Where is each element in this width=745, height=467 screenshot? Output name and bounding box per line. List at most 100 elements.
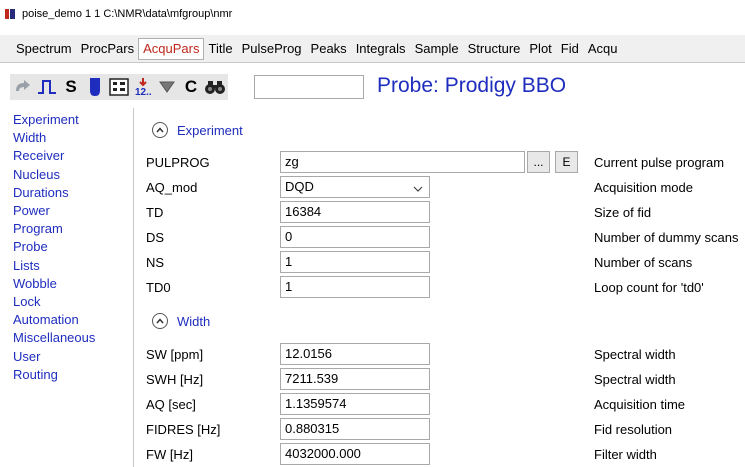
param-name: DS: [146, 230, 165, 245]
td-field[interactable]: 16384: [280, 201, 430, 223]
param-name: TD: [146, 205, 164, 220]
sidebar: Experiment Width Receiver Nucleus Durati…: [0, 108, 134, 467]
fidres-field[interactable]: 0.880315: [280, 418, 430, 440]
search-input[interactable]: [254, 75, 364, 99]
sw-field[interactable]: 12.0156: [280, 343, 430, 365]
param-row-sw: SW [ppm] 12.0156 Spectral width: [135, 343, 745, 365]
window-title: poise_demo 1 1 C:\NMR\data\mfgroup\nmr: [22, 8, 233, 20]
tab-acqupars[interactable]: AcquPars: [138, 37, 205, 60]
tab-acqu[interactable]: Acqu: [583, 38, 623, 60]
param-name: PULPROG: [146, 155, 210, 170]
s-button[interactable]: S: [60, 75, 82, 99]
edit-button[interactable]: E: [555, 151, 578, 173]
tab-pulseprog[interactable]: PulseProg: [237, 38, 307, 60]
param-description: Acquisition mode: [594, 180, 693, 195]
undo-icon[interactable]: [12, 75, 34, 99]
sidebar-item-experiment[interactable]: Experiment: [0, 111, 133, 129]
param-name: SWH [Hz]: [146, 372, 204, 387]
tab-peaks[interactable]: Peaks: [306, 38, 352, 60]
filter-icon[interactable]: [156, 75, 178, 99]
section-header-experiment[interactable]: Experiment: [152, 122, 243, 138]
sidebar-item-width[interactable]: Width: [0, 129, 133, 147]
tab-spectrum[interactable]: Spectrum: [11, 38, 77, 60]
param-name: FW [Hz]: [146, 447, 193, 462]
param-description: Spectral width: [594, 347, 676, 362]
param-description: Size of fid: [594, 205, 652, 220]
param-row-fidres: FIDRES [Hz] 0.880315 Fid resolution: [135, 418, 745, 440]
sidebar-item-nucleus[interactable]: Nucleus: [0, 166, 133, 184]
c-button[interactable]: C: [180, 75, 202, 99]
sidebar-item-durations[interactable]: Durations: [0, 184, 133, 202]
sidebar-item-user[interactable]: User: [0, 348, 133, 366]
sidebar-item-program[interactable]: Program: [0, 220, 133, 238]
param-description: Loop count for 'td0': [594, 280, 704, 295]
tab-plot[interactable]: Plot: [524, 38, 556, 60]
parameter-table-icon[interactable]: [108, 75, 130, 99]
chevron-down-icon: [413, 180, 423, 200]
param-row-ns: NS 1 Number of scans: [135, 251, 745, 273]
toolbar-button-group: S 12.. C: [10, 74, 228, 100]
param-description: Filter width: [594, 447, 657, 462]
param-row-swh: SWH [Hz] 7211.539 Spectral width: [135, 368, 745, 390]
ds-field[interactable]: 0: [280, 226, 430, 248]
pulprog-field[interactable]: zg: [280, 151, 525, 173]
section-label-experiment: Experiment: [177, 122, 243, 138]
param-row-aq-mod: AQ_mod DQD Acquisition mode: [135, 176, 745, 198]
pulse-program-icon[interactable]: [36, 75, 58, 99]
param-row-pulprog: PULPROG zg ... E Current pulse program: [135, 151, 745, 173]
chevron-up-icon[interactable]: [152, 313, 168, 329]
param-description: Fid resolution: [594, 422, 673, 437]
sidebar-item-lists[interactable]: Lists: [0, 257, 133, 275]
sidebar-item-receiver[interactable]: Receiver: [0, 147, 133, 165]
param-name: AQ [sec]: [146, 397, 196, 412]
sort-numeric-icon[interactable]: 12..: [132, 75, 154, 99]
tab-integrals[interactable]: Integrals: [351, 38, 411, 60]
chevron-up-icon[interactable]: [152, 122, 168, 138]
tab-sample[interactable]: Sample: [410, 38, 464, 60]
td0-field[interactable]: 1: [280, 276, 430, 298]
tab-title[interactable]: Title: [203, 38, 237, 60]
param-description: Spectral width: [594, 372, 676, 387]
app-icon: [5, 8, 16, 20]
swh-field[interactable]: 7211.539: [280, 368, 430, 390]
param-name: SW [ppm]: [146, 347, 204, 362]
param-row-fw: FW [Hz] 4032000.000 Filter width: [135, 443, 745, 465]
param-row-aq: AQ [sec] 1.1359574 Acquisition time: [135, 393, 745, 415]
parameter-panel: Experiment PULPROG zg ... E Current puls…: [135, 108, 745, 467]
dropdown-value: DQD: [285, 179, 314, 194]
sidebar-item-routing[interactable]: Routing: [0, 366, 133, 384]
param-description: Number of dummy scans: [594, 230, 739, 245]
sidebar-item-probe[interactable]: Probe: [0, 238, 133, 256]
title-bar: poise_demo 1 1 C:\NMR\data\mfgroup\nmr: [0, 0, 745, 28]
aq-mod-dropdown[interactable]: DQD: [280, 176, 430, 198]
tab-fid[interactable]: Fid: [556, 38, 584, 60]
param-name: TD0: [146, 280, 171, 295]
param-description: Current pulse program: [594, 155, 725, 170]
section-header-width[interactable]: Width: [152, 313, 210, 329]
svg-text:12..: 12..: [135, 87, 152, 97]
sidebar-item-miscellaneous[interactable]: Miscellaneous: [0, 329, 133, 347]
param-name: NS: [146, 255, 165, 270]
param-row-ds: DS 0 Number of dummy scans: [135, 226, 745, 248]
sample-tube-icon[interactable]: [84, 75, 106, 99]
ns-field[interactable]: 1: [280, 251, 430, 273]
tab-procpars[interactable]: ProcPars: [76, 38, 139, 60]
param-description: Number of scans: [594, 255, 693, 270]
param-name: AQ_mod: [146, 180, 198, 195]
param-name: FIDRES [Hz]: [146, 422, 221, 437]
sidebar-item-power[interactable]: Power: [0, 202, 133, 220]
binoculars-icon[interactable]: [204, 75, 226, 99]
sidebar-item-lock[interactable]: Lock: [0, 293, 133, 311]
param-description: Acquisition time: [594, 397, 686, 412]
param-row-td0: TD0 1 Loop count for 'td0': [135, 276, 745, 298]
sidebar-item-automation[interactable]: Automation: [0, 311, 133, 329]
param-row-td: TD 16384 Size of fid: [135, 201, 745, 223]
fw-field[interactable]: 4032000.000: [280, 443, 430, 465]
tab-structure[interactable]: Structure: [463, 38, 526, 60]
toolbar: S 12.. C Probe: Prodigy BBO: [0, 69, 745, 105]
aq-field[interactable]: 1.1359574: [280, 393, 430, 415]
browse-button[interactable]: ...: [527, 151, 550, 173]
sidebar-item-wobble[interactable]: Wobble: [0, 275, 133, 293]
tab-bar: Spectrum ProcPars AcquPars Title PulsePr…: [0, 35, 745, 63]
probe-label: Probe: Prodigy BBO: [377, 74, 567, 97]
